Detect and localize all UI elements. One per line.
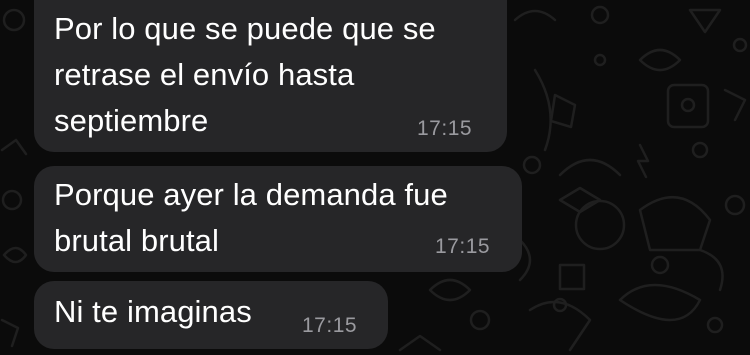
message-bubble[interactable]: Por lo que se puede que se retrase el en…: [34, 0, 507, 152]
message-timestamp: 17:15: [417, 117, 473, 140]
message-timestamp: 17:15: [435, 235, 491, 258]
message-bubble[interactable]: Porque ayer la demanda fue brutal brutal…: [34, 166, 522, 272]
message-timestamp: 17:15: [302, 314, 358, 337]
message-text: Ni te imaginas: [54, 294, 252, 329]
message-text: Por lo que se puede que se retrase el en…: [54, 11, 436, 138]
message-text: Porque ayer la demanda fue brutal brutal: [54, 177, 448, 258]
message-bubble[interactable]: Ni te imaginas 17:15: [34, 281, 388, 349]
